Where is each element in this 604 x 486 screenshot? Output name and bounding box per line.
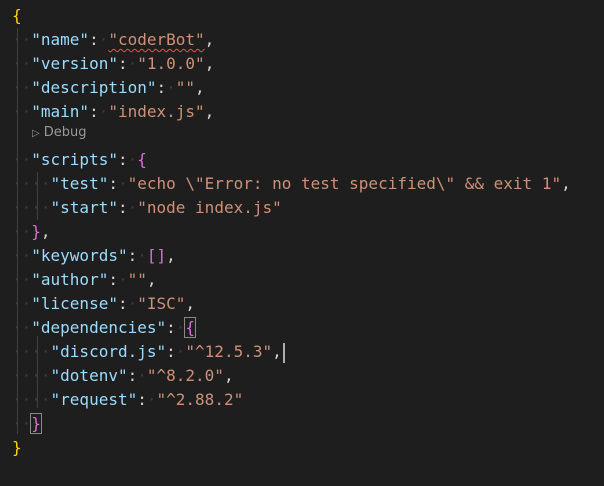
code-line: ··"scripts":·{	[12, 150, 147, 169]
json-string-value: "^2.88.2"	[156, 390, 244, 409]
open-brace: {	[184, 317, 197, 338]
debug-codelens[interactable]: ▷ Debug	[32, 122, 86, 144]
code-line: ··}	[12, 413, 42, 434]
code-line: ··},	[12, 222, 51, 241]
json-string-value: "ISC"	[137, 294, 186, 313]
json-key: "keywords"	[31, 246, 128, 265]
code-line: ····"discord.js":·"^12.5.3",	[12, 340, 285, 364]
json-key: "dependencies"	[31, 318, 167, 337]
json-key: "start"	[50, 198, 118, 217]
json-key: "request"	[50, 390, 138, 409]
code-line: ··"version":·"1.0.0",	[12, 54, 215, 73]
code-line: ··"name":·"coderBot",	[12, 30, 215, 49]
close-brace: }	[30, 413, 42, 434]
json-key: "discord.js"	[50, 342, 167, 361]
json-key: "version"	[31, 54, 118, 73]
code-line: ····"dotenv":·"^8.2.0",	[12, 366, 234, 385]
debug-codelens-label: Debug	[43, 125, 87, 140]
json-string-value: "^12.5.3"	[185, 342, 273, 361]
json-string-value: "echo \"Error: no test specified\" && ex…	[127, 174, 562, 193]
json-key: "license"	[31, 294, 118, 313]
json-string-value: ""	[127, 270, 147, 289]
code-line: ··"main":·"index.js",	[12, 102, 215, 121]
code-line: ····"request":·"^2.88.2"	[12, 390, 244, 409]
open-brace: {	[137, 150, 147, 169]
json-key: "test"	[50, 174, 109, 193]
play-icon: ▷	[32, 128, 40, 139]
json-string-value: "^8.2.0"	[146, 366, 224, 385]
code-line: ····"test":·"echo \"Error: no test speci…	[12, 174, 571, 193]
json-string-value: "1.0.0"	[137, 54, 205, 73]
json-string-value: "coderBot"	[108, 30, 205, 49]
json-key: "scripts"	[31, 150, 118, 169]
code-line: ····"start":·"node index.js"	[12, 198, 282, 217]
json-key: "main"	[31, 102, 90, 121]
json-key: "description"	[31, 78, 157, 97]
json-key: "name"	[31, 30, 90, 49]
text-cursor	[282, 342, 285, 363]
code-line: {	[12, 4, 22, 28]
code-line: ··"license":·"ISC",	[12, 294, 196, 313]
json-string-value: "index.js"	[108, 102, 205, 121]
empty-array: []	[146, 246, 167, 265]
close-brace: }	[12, 438, 22, 457]
json-string-value: "node index.js"	[137, 198, 282, 217]
code-line: ··"author":·"",	[12, 270, 157, 289]
code-line: ··"description":·"",	[12, 78, 205, 97]
open-brace: {	[12, 6, 22, 25]
code-editor[interactable]: { ··"name":·"coderBot", ··"version":·"1.…	[0, 0, 604, 486]
code-line: ··"keywords":·[],	[12, 246, 176, 265]
close-brace: }	[31, 222, 41, 241]
code-line: ··"dependencies":·{	[12, 317, 197, 338]
code-line: }	[12, 436, 22, 460]
json-key: "author"	[31, 270, 109, 289]
json-key: "dotenv"	[50, 366, 128, 385]
json-string-value: ""	[175, 78, 196, 97]
